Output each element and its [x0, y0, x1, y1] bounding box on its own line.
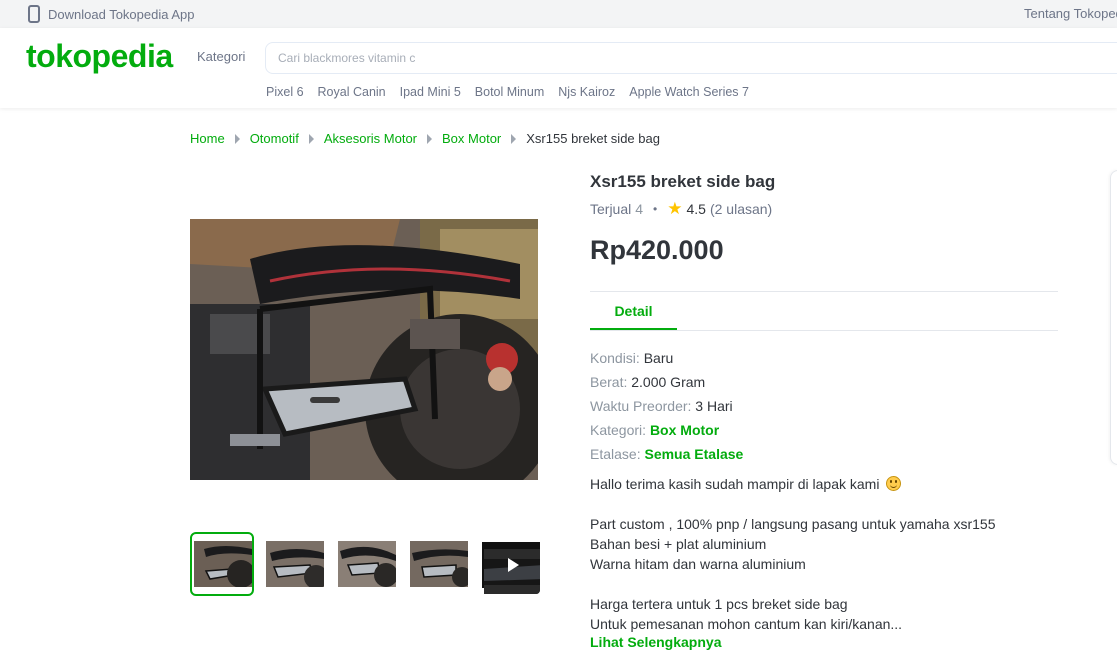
star-icon: ★: [667, 199, 683, 218]
spec-value: 2.000 Gram: [631, 374, 706, 390]
chevron-right-icon: [427, 133, 433, 144]
chevron-right-icon: [234, 133, 240, 144]
kategori-menu[interactable]: Kategori: [197, 49, 245, 64]
etalase-link[interactable]: Semua Etalase: [644, 446, 743, 462]
hot-keyword[interactable]: Njs Kairoz: [558, 85, 615, 99]
breadcrumb-aksesoris-motor[interactable]: Aksesoris Motor: [324, 131, 417, 146]
tokopedia-logo[interactable]: tokopedia: [26, 38, 173, 75]
spec-key: Kondisi:: [590, 350, 644, 366]
rating-value: 4.5: [686, 200, 706, 217]
spec-key: Kategori:: [590, 422, 650, 438]
breadcrumb-otomotif[interactable]: Otomotif: [250, 131, 299, 146]
search-input[interactable]: [266, 43, 1117, 73]
description-greeting: Hallo terima kasih sudah mampir di lapak…: [590, 476, 880, 492]
product-thumbnail[interactable]: [190, 532, 254, 596]
hot-keyword[interactable]: Royal Canin: [318, 85, 386, 99]
description-line: Bahan besi + plat aluminium: [590, 536, 767, 552]
divider: [590, 330, 1058, 331]
spec-value: Baru: [643, 350, 674, 366]
product-specs: Kondisi: Baru Berat: 2.000 Gram Waktu Pr…: [590, 346, 743, 466]
hot-keywords: Pixel 6 Royal Canin Ipad Mini 5 Botol Mi…: [266, 85, 749, 99]
hot-keyword[interactable]: Ipad Mini 5: [400, 85, 461, 99]
phone-icon: [28, 5, 40, 23]
product-thumbnail[interactable]: [406, 532, 470, 596]
description-line: Warna hitam dan warna aluminium: [590, 556, 806, 572]
top-utility-bar: Download Tokopedia App Tentang Tokopedia: [0, 0, 1117, 28]
see-more-link[interactable]: Lihat Selengkapnya: [590, 634, 721, 650]
sold-label: Terjual: [590, 200, 632, 217]
smile-icon: [886, 476, 902, 491]
hot-keyword[interactable]: Apple Watch Series 7: [629, 85, 749, 99]
description-line: Part custom , 100% pnp / langsung pasang…: [590, 516, 996, 532]
chevron-right-icon: [511, 133, 517, 144]
product-description: Hallo terima kasih sudah mampir di lapak…: [590, 474, 995, 634]
breadcrumb-home[interactable]: Home: [190, 131, 225, 146]
about-link[interactable]: Tentang Tokopedia: [1024, 6, 1117, 21]
product-price: Rp420.000: [590, 235, 724, 265]
main-product-image[interactable]: [190, 219, 538, 480]
separator-dot: •: [653, 201, 658, 216]
spec-row-etalase: Etalase: Semua Etalase: [590, 442, 743, 466]
product-title: Xsr155 breket side bag: [590, 172, 776, 191]
spec-row-berat: Berat: 2.000 Gram: [590, 370, 743, 394]
product-meta: Terjual 4 • ★ 4.5 (2 ulasan): [590, 200, 772, 217]
spec-row-kondisi: Kondisi: Baru: [590, 346, 743, 370]
chevron-right-icon: [308, 133, 314, 144]
spec-value: 3 Hari: [695, 398, 733, 414]
spec-row-preorder: Waktu Preorder: 3 Hari: [590, 394, 743, 418]
spec-row-kategori: Kategori: Box Motor: [590, 418, 743, 442]
product-thumbnail[interactable]: [334, 532, 398, 596]
description-line: Untuk pemesanan mohon cantum kan kiri/ka…: [590, 616, 903, 632]
play-icon: [508, 558, 519, 572]
breadcrumb-current: Xsr155 breket side bag: [526, 131, 660, 146]
search-bar: [265, 42, 1117, 74]
kategori-link[interactable]: Box Motor: [650, 422, 719, 438]
hot-keyword[interactable]: Pixel 6: [266, 85, 304, 99]
description-line: Hallo terima kasih sudah mampir di lapak…: [590, 474, 995, 494]
breadcrumb-box-motor[interactable]: Box Motor: [442, 131, 501, 146]
sold-count: 4: [635, 200, 644, 217]
header: tokopedia Kategori Pixel 6 Royal Canin I…: [0, 28, 1117, 108]
hot-keyword[interactable]: Botol Minum: [475, 85, 544, 99]
video-thumbnail[interactable]: [478, 532, 542, 596]
spec-key: Waktu Preorder:: [590, 398, 696, 414]
review-count[interactable]: (2 ulasan): [710, 201, 772, 217]
thumbnail-strip: [190, 532, 542, 596]
description-line: Harga tertera untuk 1 pcs breket side ba…: [590, 596, 848, 612]
download-app-label: Download Tokopedia App: [48, 6, 195, 22]
spec-key: Etalase:: [590, 446, 645, 462]
side-panel-edge: [1110, 170, 1117, 465]
download-app-link[interactable]: Download Tokopedia App: [28, 5, 195, 23]
breadcrumb: Home Otomotif Aksesoris Motor Box Motor …: [190, 131, 660, 146]
tab-detail[interactable]: Detail: [590, 292, 677, 330]
spec-key: Berat:: [590, 374, 632, 390]
product-thumbnail[interactable]: [262, 532, 326, 596]
